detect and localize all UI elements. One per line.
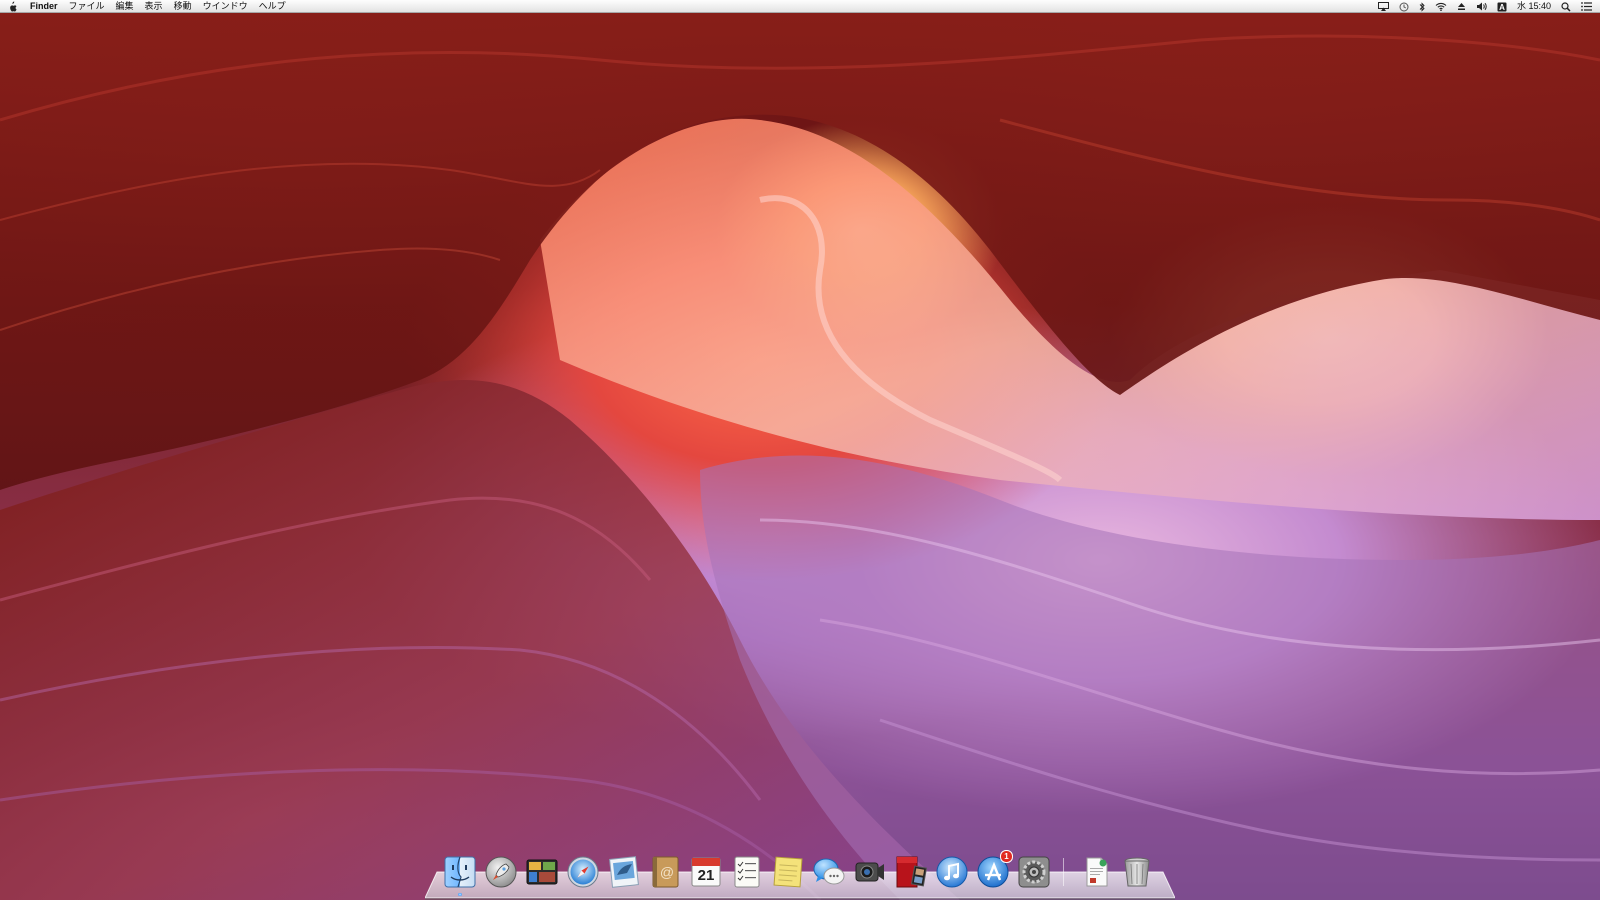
itunes-icon[interactable] xyxy=(934,854,970,890)
facetime-icon[interactable] xyxy=(852,854,888,890)
airplay-icon[interactable] xyxy=(1377,0,1389,13)
notes-icon[interactable] xyxy=(770,854,806,890)
time-machine-icon[interactable] xyxy=(1399,0,1409,13)
launchpad-icon[interactable] xyxy=(483,854,519,890)
calendar-icon[interactable]: 21 xyxy=(688,854,724,890)
menu-app-name[interactable]: Finder xyxy=(30,0,58,13)
mail-icon[interactable] xyxy=(606,854,642,890)
system-preferences-icon[interactable] xyxy=(1016,854,1052,890)
apple-menu-icon[interactable] xyxy=(8,1,17,12)
contacts-icon[interactable]: @ xyxy=(647,854,683,890)
volume-icon[interactable] xyxy=(1476,0,1487,13)
eject-icon[interactable] xyxy=(1457,0,1466,13)
menu-file[interactable]: ファイル xyxy=(69,0,105,13)
desktop-wallpaper xyxy=(0,0,1600,900)
wallpaper-rock-layers xyxy=(0,0,1600,900)
document-icon[interactable] xyxy=(1078,854,1114,890)
bluetooth-icon[interactable] xyxy=(1419,0,1425,13)
running-indicator xyxy=(458,893,462,896)
spotlight-icon[interactable] xyxy=(1561,0,1571,13)
messages-icon[interactable] xyxy=(811,854,847,890)
menu-clock[interactable]: 水 15:40 xyxy=(1517,0,1551,13)
trash-icon[interactable] xyxy=(1119,854,1155,890)
mission-control-icon[interactable] xyxy=(524,854,560,890)
safari-icon[interactable] xyxy=(565,854,601,890)
dock-separator xyxy=(1063,858,1064,886)
calendar-date: 21 xyxy=(697,867,715,884)
menu-window[interactable]: ウインドウ xyxy=(203,0,248,13)
menu-go[interactable]: 移動 xyxy=(174,0,192,13)
dock-icons: @ 21 1 xyxy=(442,850,1160,896)
photo-booth-icon[interactable] xyxy=(893,854,929,890)
menu-bar: Finder ファイル 編集 表示 移動 ウインドウ ヘルプ A 水 15:40 xyxy=(0,0,1600,13)
menu-help[interactable]: ヘルプ xyxy=(259,0,286,13)
notification-center-icon[interactable] xyxy=(1581,0,1592,13)
menu-edit[interactable]: 編集 xyxy=(116,0,134,13)
reminders-icon[interactable] xyxy=(729,854,765,890)
svg-text:@: @ xyxy=(660,864,674,880)
app-store-badge: 1 xyxy=(1000,850,1013,863)
wifi-icon[interactable] xyxy=(1435,0,1447,13)
menu-view[interactable]: 表示 xyxy=(145,0,163,13)
input-source-label: A xyxy=(1499,3,1505,12)
finder-icon[interactable] xyxy=(442,854,478,896)
app-store-icon[interactable]: 1 xyxy=(975,850,1013,890)
input-source-icon[interactable]: A xyxy=(1497,0,1507,13)
